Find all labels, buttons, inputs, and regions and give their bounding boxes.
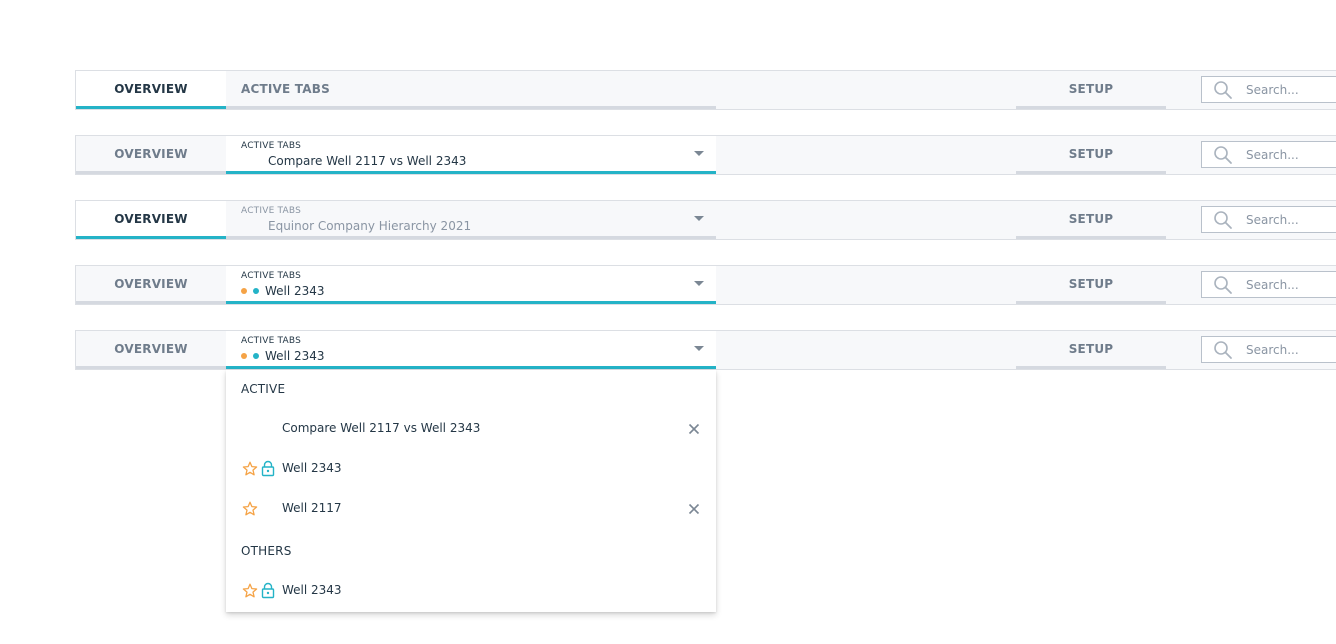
search-input[interactable] (1244, 341, 1336, 358)
tab-overview[interactable]: OVERVIEW (76, 331, 226, 369)
tab-setup[interactable]: SETUP (1016, 201, 1166, 239)
search-input[interactable] (1244, 81, 1336, 98)
search-icon (1214, 210, 1232, 229)
active-tabs-label: ACTIVE TABS (241, 206, 302, 216)
selected-tab-name: Equinor Company Hierarchy 2021 (268, 219, 472, 233)
tab-active-tabs[interactable]: ACTIVE TABS (226, 71, 716, 109)
tab-overview[interactable]: OVERVIEW (76, 71, 226, 109)
tab-overview[interactable]: OVERVIEW (76, 201, 226, 239)
tab-overview[interactable]: OVERVIEW (76, 136, 226, 174)
tab-setup[interactable]: SETUP (1016, 136, 1166, 174)
active-tabs-dropdown[interactable]: ACTIVE TABS Well 2343 (226, 331, 716, 369)
tab-bar-1: OVERVIEW ACTIVE TABS SETUP (75, 70, 1336, 110)
search-icon (1214, 145, 1232, 164)
selected-tab-name: Well 2343 (265, 349, 325, 363)
selected-tab-name: Compare Well 2117 vs Well 2343 (268, 154, 467, 168)
favorite-dot-icon (241, 353, 247, 359)
tab-setup[interactable]: SETUP (1016, 266, 1166, 304)
menu-item[interactable]: Well 2343 (226, 575, 716, 607)
active-tabs-dropdown[interactable]: ACTIVE TABS Well 2343 (226, 266, 716, 304)
active-tabs-dropdown[interactable]: ACTIVE TABS Equinor Company Hierarchy 20… (226, 201, 716, 239)
menu-item[interactable]: Well 2117 (226, 493, 716, 525)
menu-item-label: Well 2343 (282, 583, 342, 597)
active-tabs-dropdown[interactable]: ACTIVE TABS Compare Well 2117 vs Well 23… (226, 136, 716, 174)
star-icon[interactable] (242, 501, 258, 517)
status-dots (241, 353, 259, 359)
star-icon[interactable] (242, 461, 258, 477)
locked-dot-icon (253, 353, 259, 359)
menu-item[interactable]: Compare Well 2117 vs Well 2343 (226, 413, 716, 445)
caret-down-icon (694, 151, 704, 156)
star-icon[interactable] (242, 583, 258, 599)
search-input[interactable] (1244, 276, 1336, 293)
active-tabs-label: ACTIVE TABS (241, 271, 302, 281)
menu-item-label: Well 2343 (282, 461, 342, 475)
caret-down-icon (694, 346, 704, 351)
close-icon[interactable] (688, 423, 700, 435)
lock-icon (261, 460, 275, 477)
tab-bar-4: OVERVIEW ACTIVE TABS Well 2343 SETUP (75, 265, 1336, 305)
status-dots (241, 288, 259, 294)
search-icon (1214, 275, 1232, 294)
selected-tab: Well 2343 (241, 284, 325, 298)
close-icon[interactable] (688, 503, 700, 515)
active-tabs-label: ACTIVE TABS (241, 141, 302, 151)
tab-bar-5: OVERVIEW ACTIVE TABS Well 2343 SETUP (75, 330, 1336, 370)
tab-bar-3: OVERVIEW ACTIVE TABS Equinor Company Hie… (75, 200, 1336, 240)
locked-dot-icon (253, 288, 259, 294)
search-box (1201, 271, 1336, 298)
menu-item-label: Well 2117 (282, 501, 342, 515)
active-tabs-menu: ACTIVE Compare Well 2117 vs Well 2343 We… (226, 370, 716, 612)
search-box (1201, 76, 1336, 103)
menu-item[interactable]: Well 2343 (226, 453, 716, 485)
tab-bar-2: OVERVIEW ACTIVE TABS Compare Well 2117 v… (75, 135, 1336, 175)
selected-tab-name: Well 2343 (265, 284, 325, 298)
tab-setup[interactable]: SETUP (1016, 331, 1166, 369)
lock-icon (261, 582, 275, 599)
active-tabs-label: ACTIVE TABS (241, 336, 302, 346)
caret-down-icon (694, 281, 704, 286)
search-box (1201, 206, 1336, 233)
section-header-active: ACTIVE (241, 382, 286, 396)
search-icon (1214, 80, 1232, 99)
search-input[interactable] (1244, 211, 1336, 228)
menu-item-label: Compare Well 2117 vs Well 2343 (282, 421, 481, 435)
selected-tab: Well 2343 (241, 349, 325, 363)
search-icon (1214, 340, 1232, 359)
favorite-dot-icon (241, 288, 247, 294)
search-box (1201, 336, 1336, 363)
search-box (1201, 141, 1336, 168)
tab-overview[interactable]: OVERVIEW (76, 266, 226, 304)
search-input[interactable] (1244, 146, 1336, 163)
tab-setup[interactable]: SETUP (1016, 71, 1166, 109)
caret-down-icon (694, 216, 704, 221)
section-header-others: OTHERS (241, 544, 292, 558)
